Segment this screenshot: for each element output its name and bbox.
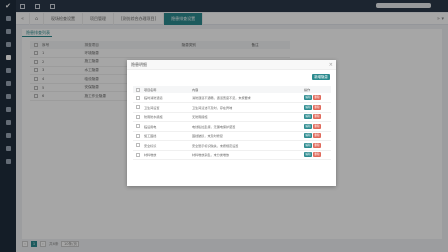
edit-button[interactable]: 编辑 bbox=[304, 95, 312, 100]
modal-header: 隐患明细 × bbox=[127, 60, 336, 70]
col-content: 内容 bbox=[189, 86, 301, 93]
delete-button[interactable]: 删除 bbox=[313, 142, 321, 148]
delete-button[interactable]: 删除 bbox=[313, 152, 321, 158]
hazard-detail-table: 项目名称 内容 操作 临时消防通道 消防通道不通畅，通道宽度不足，未按要求 编辑… bbox=[133, 86, 331, 160]
row-checkbox[interactable] bbox=[136, 95, 140, 100]
table-row: 防雨防水措施 无防雨措施 编辑 删除 bbox=[133, 112, 331, 122]
hazard-detail-modal: 隐患明细 × 新增隐患 项目名称 内容 操作 临时消防通道 消防通道不通畅，通道… bbox=[127, 60, 336, 186]
row-checkbox[interactable] bbox=[136, 114, 140, 119]
edit-button[interactable]: 编辑 bbox=[304, 123, 312, 129]
edit-button[interactable]: 编辑 bbox=[304, 133, 312, 139]
edit-button[interactable]: 编辑 bbox=[304, 114, 312, 120]
row-checkbox[interactable] bbox=[136, 105, 140, 110]
col-actions: 操作 bbox=[301, 86, 331, 93]
table-row: 材料堆放 材料堆放杂乱，未分类堆放 编辑 删除 bbox=[133, 150, 331, 160]
table-row: 临设用电 电线私拉乱接，无漏电保护装置 编辑 删除 bbox=[133, 121, 331, 132]
delete-button[interactable]: 删除 bbox=[313, 133, 321, 139]
col-item-name: 项目名称 bbox=[141, 86, 189, 93]
edit-button[interactable]: 编辑 bbox=[304, 142, 312, 148]
edit-button[interactable]: 编辑 bbox=[304, 104, 312, 110]
table-row: 安全标识 安全警示标识缺失，未按规定设置 编辑 删除 bbox=[133, 140, 331, 151]
row-checkbox[interactable] bbox=[136, 124, 140, 129]
select-all-checkbox[interactable] bbox=[136, 87, 140, 92]
table-row: 施工围挡 围挡破损，未及时修复 编辑 删除 bbox=[133, 131, 331, 141]
delete-button[interactable]: 删除 bbox=[313, 114, 321, 120]
table-row: 临时消防通道 消防通道不通畅，通道宽度不足，未按要求 编辑 删除 bbox=[133, 93, 331, 103]
row-checkbox[interactable] bbox=[136, 143, 140, 148]
delete-button[interactable]: 删除 bbox=[313, 104, 321, 110]
modal-title: 隐患明细 bbox=[131, 62, 147, 67]
add-hazard-button[interactable]: 新增隐患 bbox=[312, 74, 330, 80]
table-row: 卫生间设置 卫生间清洁不及时，存在异味 编辑 删除 bbox=[133, 102, 331, 113]
row-checkbox[interactable] bbox=[136, 152, 140, 157]
edit-button[interactable]: 编辑 bbox=[304, 152, 312, 158]
delete-button[interactable]: 删除 bbox=[313, 95, 321, 100]
close-icon[interactable]: × bbox=[329, 60, 333, 70]
row-checkbox[interactable] bbox=[136, 133, 140, 138]
delete-button[interactable]: 删除 bbox=[313, 123, 321, 129]
